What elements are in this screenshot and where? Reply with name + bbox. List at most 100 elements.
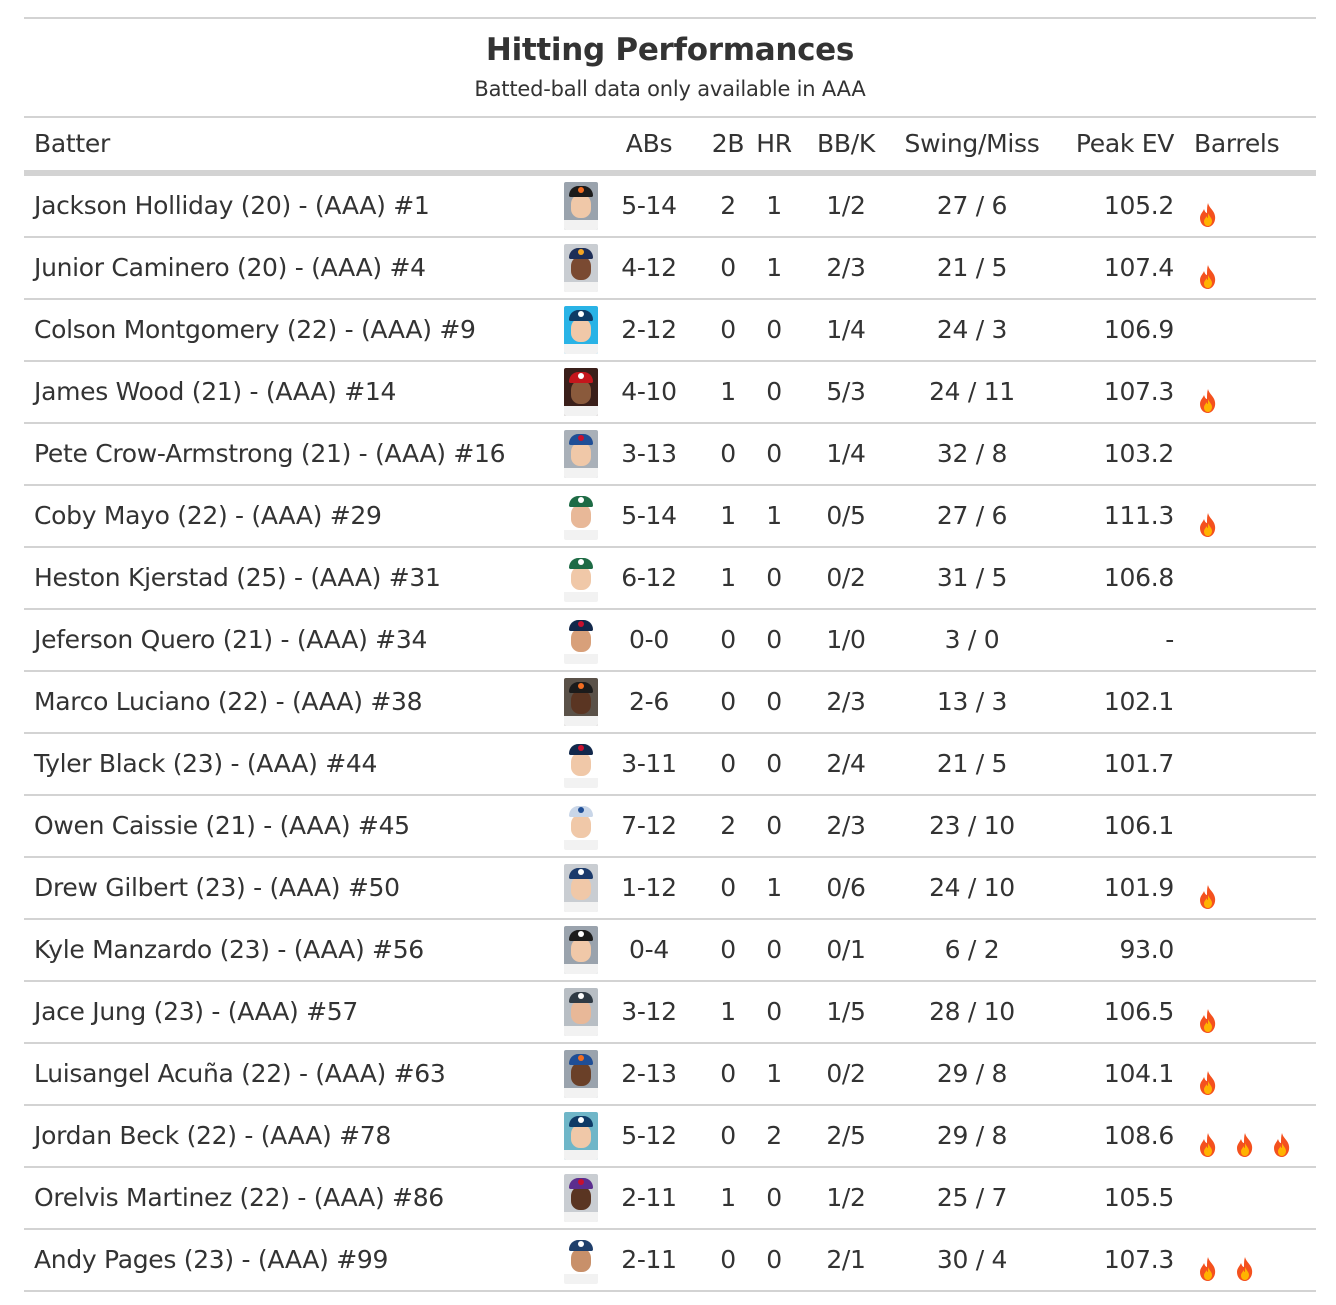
fire-icon — [1194, 501, 1222, 537]
abs-value: 0-0 — [629, 625, 669, 654]
peak-ev-value: 107.3 — [1103, 1245, 1174, 1274]
table-title: Hitting Performances — [485, 32, 855, 68]
abs-value: 4-10 — [621, 377, 677, 406]
table-row[interactable]: Jackson Holliday (20) - (AAA) #1 5-14 2 1 1/… — [24, 176, 1316, 238]
bb-k-value: 1/2 — [826, 1183, 866, 1212]
table-row[interactable]: Jeferson Quero (21) - (AAA) #34 0-0 0 0 1/0 3… — [24, 610, 1316, 672]
barrels-cell — [1194, 1230, 1268, 1290]
column-header-batter[interactable]: Batter — [34, 118, 110, 170]
hr-value: 0 — [766, 935, 782, 964]
table-row[interactable]: Drew Gilbert (23) - (AAA) #50 1-12 0 1 0/6 24… — [24, 858, 1316, 920]
hr-value: 1 — [766, 191, 782, 220]
swing-miss-value: 24 / 11 — [929, 377, 1015, 406]
table-row[interactable]: Owen Caissie (21) - (AAA) #45 7-12 2 0 2/3 23… — [24, 796, 1316, 858]
doubles-value: 0 — [720, 1059, 736, 1088]
barrels-cell — [1194, 176, 1231, 236]
bb-k-value: 2/3 — [826, 253, 866, 282]
swing-miss-value: 3 / 0 — [944, 625, 1000, 654]
batter-name: Owen Caissie (21) - (AAA) #45 — [34, 811, 410, 840]
swing-miss-value: 23 / 10 — [929, 811, 1015, 840]
batter-name: Jackson Holliday (20) - (AAA) #1 — [34, 191, 430, 220]
table-row[interactable]: Tyler Black (23) - (AAA) #44 3-11 0 0 2/4 21 … — [24, 734, 1316, 796]
fire-icon — [1194, 1121, 1222, 1157]
bb-k-value: 2/3 — [826, 811, 866, 840]
table-row[interactable]: Kyle Manzardo (23) - (AAA) #56 0-4 0 0 0/1 6 … — [24, 920, 1316, 982]
swing-miss-value: 21 / 5 — [936, 749, 1008, 778]
table-row[interactable]: Junior Caminero (20) - (AAA) #4 4-12 0 1 2/3… — [24, 238, 1316, 300]
barrels-cell — [1194, 982, 1231, 1042]
table-body: Jackson Holliday (20) - (AAA) #1 5-14 2 1 1/… — [24, 176, 1316, 1292]
hr-value: 2 — [766, 1121, 782, 1150]
abs-value: 2-6 — [629, 687, 669, 716]
doubles-value: 0 — [720, 439, 736, 468]
player-headshot — [564, 1174, 598, 1222]
hr-value: 0 — [766, 1183, 782, 1212]
doubles-value: 0 — [720, 253, 736, 282]
column-header-2b[interactable]: 2B — [706, 118, 750, 170]
swing-miss-value: 25 / 7 — [936, 1183, 1008, 1212]
bb-k-value: 0/1 — [826, 935, 866, 964]
bb-k-value: 1/0 — [826, 625, 866, 654]
hr-value: 0 — [766, 563, 782, 592]
table-row[interactable]: Colson Montgomery (22) - (AAA) #9 2-12 0 0 1… — [24, 300, 1316, 362]
player-headshot — [564, 1236, 598, 1284]
column-header-abs[interactable]: ABs — [612, 118, 686, 170]
batter-name: Kyle Manzardo (23) - (AAA) #56 — [34, 935, 424, 964]
player-headshot — [564, 926, 598, 974]
table-row[interactable]: Andy Pages (23) - (AAA) #99 2-11 0 0 2/1 30 /… — [24, 1230, 1316, 1292]
swing-miss-value: 29 / 8 — [936, 1059, 1008, 1088]
abs-value: 4-12 — [621, 253, 677, 282]
hr-value: 1 — [766, 501, 782, 530]
column-header-swing-miss[interactable]: Swing/Miss — [894, 118, 1050, 170]
table-row[interactable]: Pete Crow-Armstrong (21) - (AAA) #16 3-13… — [24, 424, 1316, 486]
player-headshot — [564, 616, 598, 664]
abs-value: 3-12 — [621, 997, 677, 1026]
barrels-cell — [1194, 1044, 1231, 1104]
column-header-barrels[interactable]: Barrels — [1194, 118, 1280, 170]
bb-k-value: 2/5 — [826, 1121, 866, 1150]
batter-name: Coby Mayo (22) - (AAA) #29 — [34, 501, 382, 530]
doubles-value: 0 — [720, 687, 736, 716]
abs-value: 2-13 — [621, 1059, 677, 1088]
batter-name: Orelvis Martinez (22) - (AAA) #86 — [34, 1183, 444, 1212]
peak-ev-value: 106.1 — [1103, 811, 1174, 840]
column-header-bb-k[interactable]: BB/K — [808, 118, 884, 170]
table-row[interactable]: Marco Luciano (22) - (AAA) #38 2-6 0 0 2/3 13… — [24, 672, 1316, 734]
table-row[interactable]: Luisangel Acuña (22) - (AAA) #63 2-13 0 1 0/… — [24, 1044, 1316, 1106]
top-divider — [24, 17, 1316, 19]
bb-k-value: 2/4 — [826, 749, 866, 778]
doubles-value: 1 — [720, 501, 736, 530]
table-subtitle: Batted-ball data only available in AAA — [474, 77, 866, 101]
table-row[interactable]: James Wood (21) - (AAA) #14 4-10 1 0 5/3 24 /… — [24, 362, 1316, 424]
table-row[interactable]: Heston Kjerstad (25) - (AAA) #31 6-12 1 0 0/… — [24, 548, 1316, 610]
bb-k-value: 1/5 — [826, 997, 866, 1026]
table-row[interactable]: Coby Mayo (22) - (AAA) #29 5-14 1 1 0/5 27 / … — [24, 486, 1316, 548]
abs-value: 2-12 — [621, 315, 677, 344]
abs-value: 1-12 — [621, 873, 677, 902]
peak-ev-value: - — [1165, 625, 1174, 654]
bb-k-value: 2/3 — [826, 687, 866, 716]
doubles-value: 0 — [720, 749, 736, 778]
hr-value: 0 — [766, 687, 782, 716]
swing-miss-value: 21 / 5 — [936, 253, 1008, 282]
hr-value: 1 — [766, 1059, 782, 1088]
swing-miss-value: 13 / 3 — [936, 687, 1008, 716]
hr-value: 0 — [766, 811, 782, 840]
column-header-peak-ev[interactable]: Peak EV — [1076, 118, 1174, 170]
doubles-value: 1 — [720, 997, 736, 1026]
table-row[interactable]: Jordan Beck (22) - (AAA) #78 5-12 0 2 2/5 29 … — [24, 1106, 1316, 1168]
bb-k-value: 0/6 — [826, 873, 866, 902]
batter-name: Jordan Beck (22) - (AAA) #78 — [34, 1121, 391, 1150]
table-row[interactable]: Jace Jung (23) - (AAA) #57 3-12 1 0 1/5 28 / … — [24, 982, 1316, 1044]
batter-name: Junior Caminero (20) - (AAA) #4 — [34, 253, 426, 282]
doubles-value: 0 — [720, 935, 736, 964]
peak-ev-value: 107.4 — [1103, 253, 1174, 282]
batter-name: Drew Gilbert (23) - (AAA) #50 — [34, 873, 400, 902]
abs-value: 7-12 — [621, 811, 677, 840]
player-headshot — [564, 430, 598, 478]
column-header-hr[interactable]: HR — [752, 118, 796, 170]
player-headshot — [564, 802, 598, 850]
abs-value: 2-11 — [621, 1245, 677, 1274]
table-row[interactable]: Orelvis Martinez (22) - (AAA) #86 2-11 1 0 1… — [24, 1168, 1316, 1230]
peak-ev-value: 101.7 — [1103, 749, 1174, 778]
